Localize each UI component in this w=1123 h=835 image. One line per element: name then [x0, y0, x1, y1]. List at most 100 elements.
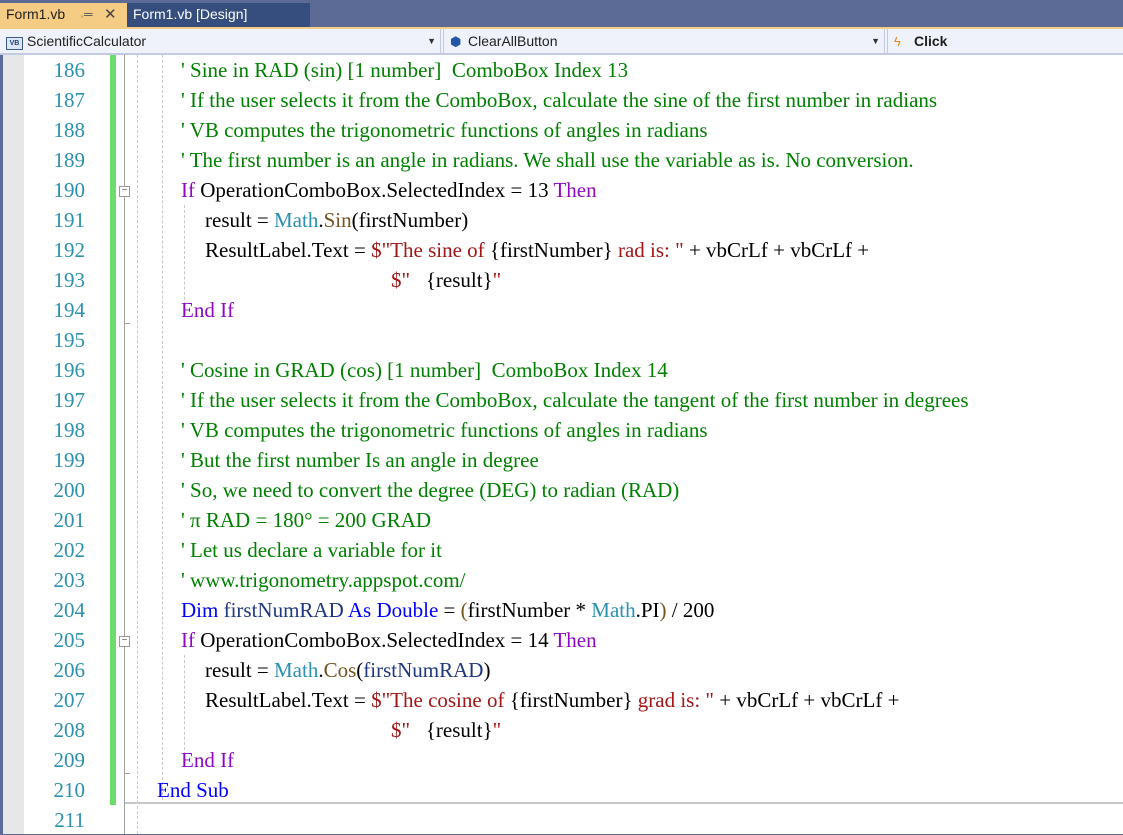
tab-form1-design[interactable]: Form1.vb [Design] — [127, 3, 310, 27]
code-token: $" — [391, 718, 426, 742]
line-number: 197 — [53, 388, 86, 412]
line-number: 201 — [53, 508, 86, 532]
code-text: ' π RAD = 180° = 200 GRAD — [181, 505, 431, 535]
code-line[interactable]: 190 If OperationComboBox.SelectedIndex = … — [0, 175, 1123, 205]
code-token: ' www.trigonometry.appspot.com/ — [181, 568, 466, 592]
member-dropdown[interactable]: ϟ Click — [887, 29, 1123, 53]
code-line[interactable]: 195 — [0, 325, 1123, 355]
code-line[interactable]: 204 Dim firstNumRAD As Double = (firstNum… — [0, 595, 1123, 625]
code-token: ' VB computes the trigonometric function… — [181, 418, 708, 442]
code-token: ( — [460, 598, 468, 622]
close-icon[interactable]: ✕ — [104, 3, 117, 26]
code-text: End If — [181, 295, 234, 325]
code-token: Then — [553, 178, 597, 202]
code-token: " — [492, 268, 502, 292]
code-token: If — [181, 178, 195, 202]
object-icon: ⬢ — [450, 34, 462, 49]
code-line[interactable]: 205 If OperationComboBox.SelectedIndex = … — [0, 625, 1123, 655]
code-line[interactable]: 210 End Sub — [0, 775, 1123, 805]
code-token: ' Cosine in GRAD (cos) [1 number] ComboB… — [181, 358, 668, 382]
code-line[interactable]: 196 ' Cosine in GRAD (cos) [1 number] Com… — [0, 355, 1123, 385]
code-line[interactable]: 200 ' So, we need to convert the degree (… — [0, 475, 1123, 505]
line-number: 186 — [53, 58, 86, 82]
code-line[interactable]: 192 ResultLabel.Text = $"The sine of {fir… — [0, 235, 1123, 265]
code-token: Dim — [181, 598, 219, 622]
code-text: ' So, we need to convert the degree (DEG… — [181, 475, 679, 505]
code-token: OperationComboBox.SelectedIndex = 13 — [195, 178, 554, 202]
code-line[interactable]: 206 result = Math.Cos(firstNumRAD) — [0, 655, 1123, 685]
code-line[interactable]: 199 ' But the first number Is an angle in… — [0, 445, 1123, 475]
line-number: 208 — [53, 718, 86, 742]
code-line[interactable]: 194 End If — [0, 295, 1123, 325]
code-token: Sin — [323, 208, 352, 232]
code-line[interactable]: 203 ' www.trigonometry.appspot.com/ — [0, 565, 1123, 595]
code-token: ResultLabel.Text = — [205, 688, 372, 712]
code-line[interactable]: 197 ' If the user selects it from the Com… — [0, 385, 1123, 415]
line-number: 203 — [53, 568, 86, 592]
code-token: {result} — [425, 268, 493, 292]
line-number: 195 — [53, 328, 86, 352]
document-tab-bar: Form1.vb ˒═ ✕ Form1.vb [Design] — [0, 0, 1123, 27]
line-number: 211 — [54, 808, 85, 832]
code-editor[interactable]: − − 186 ' Sine in RAD (sin) [1 number] Co… — [0, 55, 1123, 834]
code-text: ' But the first number Is an angle in de… — [181, 445, 539, 475]
line-number: 206 — [53, 658, 86, 682]
code-line[interactable]: 198 ' VB computes the trigonometric funct… — [0, 415, 1123, 445]
code-token: .PI — [635, 598, 660, 622]
code-token: / 200 — [666, 598, 715, 622]
code-line[interactable]: 211 — [0, 805, 1123, 835]
code-line[interactable]: 208 $" {result}" — [0, 715, 1123, 745]
project-dropdown[interactable]: VB ScientificCalculator ▼ — [0, 29, 441, 53]
line-number: 207 — [53, 688, 86, 712]
line-number: 196 — [53, 358, 86, 382]
code-token: Math — [274, 658, 319, 682]
chevron-down-icon[interactable]: ▼ — [427, 29, 436, 54]
code-text: End Sub — [157, 775, 229, 805]
code-text: ' If the user selects it from the ComboB… — [181, 385, 969, 415]
object-dropdown[interactable]: ⬢ ClearAllButton ▼ — [443, 29, 885, 53]
line-number: 209 — [53, 748, 86, 772]
pin-icon[interactable]: ˒═ — [80, 3, 93, 26]
code-text: ' The first number is an angle in radian… — [181, 145, 914, 175]
code-line[interactable]: 201 ' π RAD = 180° = 200 GRAD — [0, 505, 1123, 535]
code-token: OperationComboBox.SelectedIndex = 14 — [195, 628, 554, 652]
code-token: {result} — [425, 718, 493, 742]
code-token: ' Let us declare a variable for it — [181, 538, 442, 562]
line-number: 191 — [53, 208, 86, 232]
code-line[interactable]: 207 ResultLabel.Text = $"The cosine of {f… — [0, 685, 1123, 715]
navigation-bar: VB ScientificCalculator ▼ ⬢ ClearAllButton… — [0, 29, 1123, 55]
code-token: End Sub — [157, 778, 229, 802]
line-number: 190 — [53, 178, 86, 202]
code-text: ' Cosine in GRAD (cos) [1 number] ComboB… — [181, 355, 668, 385]
code-text: $" {result}" — [391, 715, 501, 745]
code-line[interactable]: 209 End If — [0, 745, 1123, 775]
event-bolt-icon: ϟ — [894, 34, 901, 49]
chevron-down-icon[interactable]: ▼ — [871, 29, 880, 54]
tab-form1-vb[interactable]: Form1.vb ˒═ ✕ — [0, 3, 127, 27]
tab-label: Form1.vb [Design] — [133, 6, 248, 22]
code-line[interactable]: 188 ' VB computes the trigonometric funct… — [0, 115, 1123, 145]
line-number: 189 — [53, 148, 86, 172]
code-text: ' If the user selects it from the ComboB… — [181, 85, 937, 115]
code-token: As Double — [347, 598, 439, 622]
code-line[interactable]: 186 ' Sine in RAD (sin) [1 number] ComboB… — [0, 55, 1123, 85]
code-line[interactable]: 193 $" {result}" — [0, 265, 1123, 295]
code-text: Dim firstNumRAD As Double = (firstNumber… — [181, 595, 714, 625]
line-number: 193 — [53, 268, 86, 292]
code-token: " — [492, 718, 502, 742]
code-line[interactable]: 202 ' Let us declare a variable for it — [0, 535, 1123, 565]
code-token: If — [181, 628, 195, 652]
code-line[interactable]: 187 ' If the user selects it from the Com… — [0, 85, 1123, 115]
code-token: $"The sine of — [371, 238, 490, 262]
code-token: + vbCrLf + vbCrLf + — [714, 688, 900, 712]
code-line[interactable]: 191 result = Math.Sin(firstNumber) — [0, 205, 1123, 235]
code-text: End If — [181, 745, 234, 775]
code-token: firstNumber * — [467, 598, 592, 622]
code-token: End If — [181, 298, 235, 322]
code-token: Cos — [323, 658, 357, 682]
line-number: 199 — [53, 448, 86, 472]
code-text: ' VB computes the trigonometric function… — [181, 415, 708, 445]
code-line[interactable]: 189 ' The first number is an angle in rad… — [0, 145, 1123, 175]
code-text: result = Math.Sin(firstNumber) — [205, 205, 468, 235]
code-token: firstNumRAD — [363, 658, 484, 682]
